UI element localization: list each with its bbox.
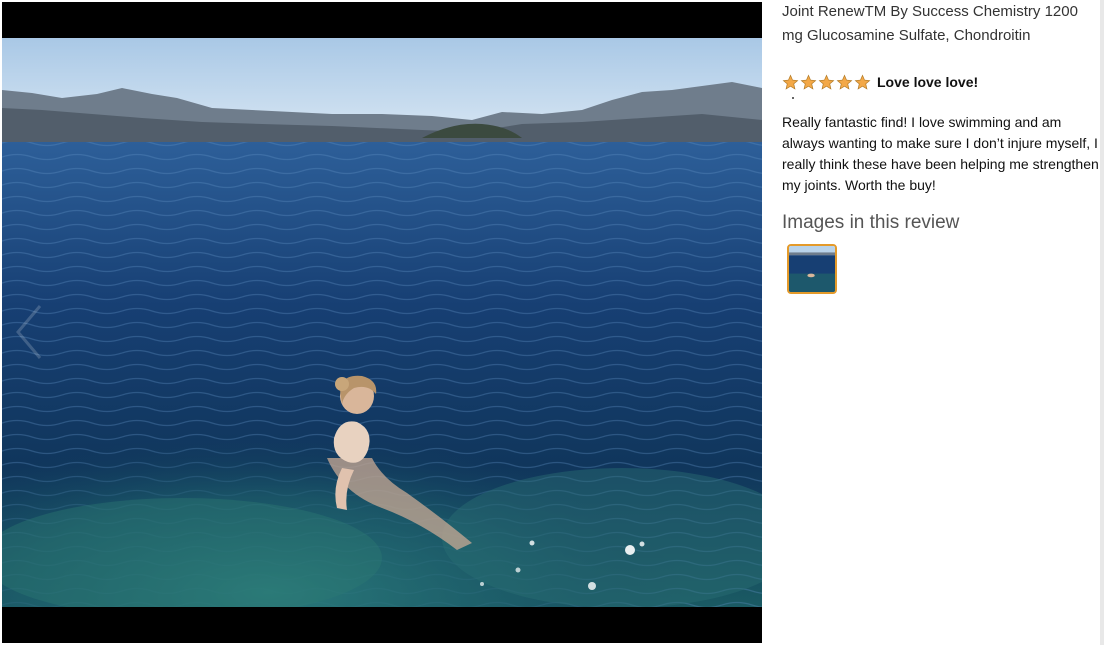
review-photo [2, 38, 762, 607]
image-review-viewer: Joint RenewTM By Success Chemistry 1200 … [0, 0, 1104, 645]
rating-row: Love love love! [782, 71, 1100, 93]
scrollbar[interactable] [1100, 0, 1104, 645]
media-pane [2, 2, 762, 643]
chevron-left-icon[interactable] [12, 302, 46, 362]
thumbnail-image [789, 246, 835, 292]
images-heading: Images in this review [782, 212, 960, 233]
divider-dot [792, 97, 794, 99]
star-rating [782, 74, 871, 91]
review-body: Really fantastic find! I love swimming a… [782, 114, 1099, 193]
review-headline: Love love love! [877, 74, 979, 90]
star-icon [854, 74, 871, 90]
product-title[interactable]: Joint RenewTM By Success Chemistry 1200 … [782, 0, 1100, 48]
star-icon [818, 74, 835, 90]
star-icon [782, 74, 799, 90]
star-icon [800, 74, 817, 90]
review-info-pane: Joint RenewTM By Success Chemistry 1200 … [782, 0, 1100, 645]
review-image-thumbnail[interactable] [787, 244, 837, 294]
star-icon [836, 74, 853, 90]
